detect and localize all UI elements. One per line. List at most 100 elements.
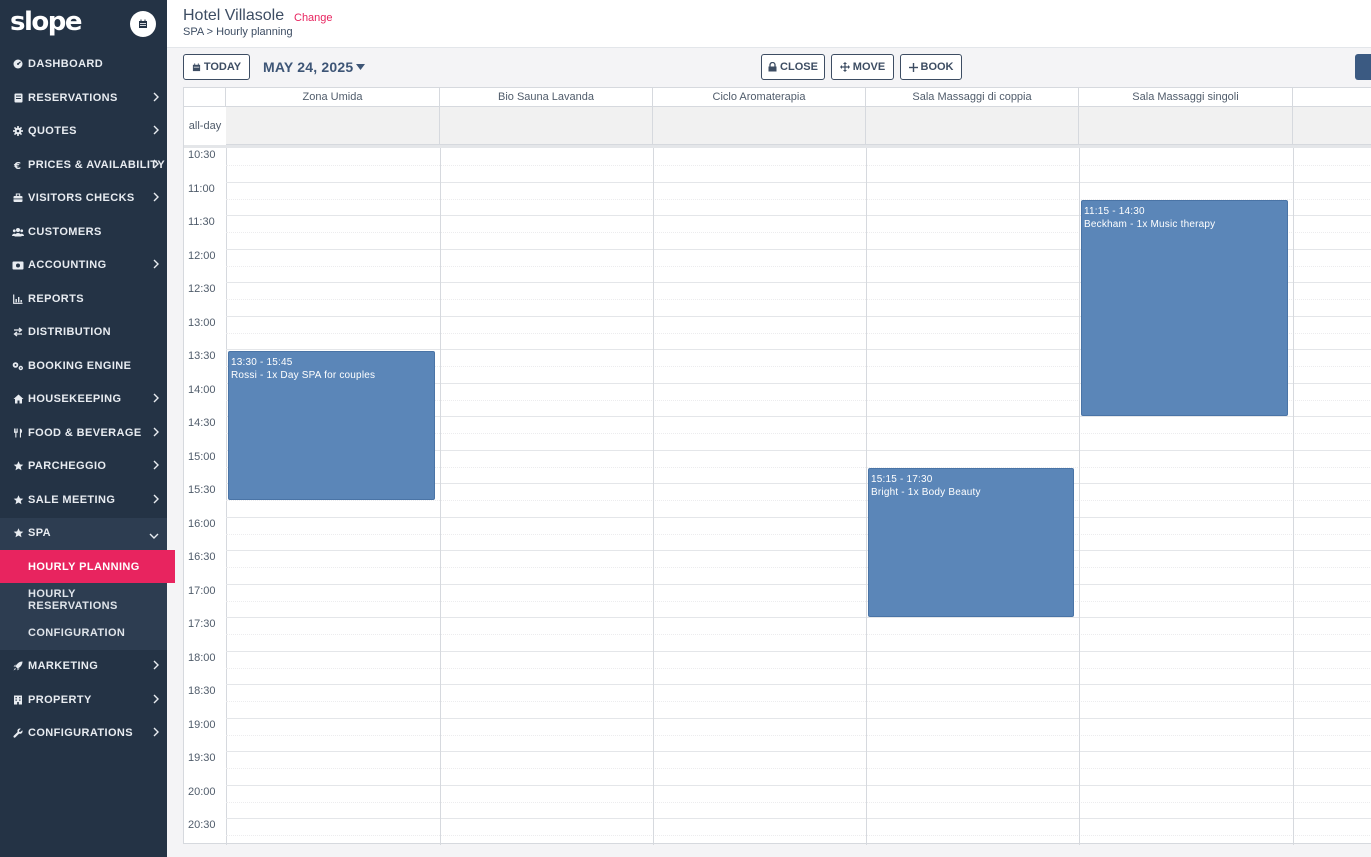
calendar-icon — [139, 19, 147, 28]
sidebar-item-label: FOOD & BEVERAGE — [28, 427, 142, 439]
slot-line — [226, 751, 1371, 752]
chevron-right-icon — [153, 460, 159, 473]
change-hotel-link[interactable]: Change — [294, 12, 333, 24]
time-label: 15:30 — [188, 484, 216, 496]
sidebar-item-property[interactable]: PROPERTY — [0, 685, 167, 715]
sidebar-item-customers[interactable]: CUSTOMERS — [0, 217, 167, 247]
allday-cell[interactable] — [1079, 107, 1293, 145]
sidebar-item-marketing[interactable]: MARKETING — [0, 651, 167, 681]
slot-line — [226, 584, 1371, 585]
move-arrows-icon — [839, 62, 850, 72]
slot-line — [226, 718, 1371, 719]
sidebar-subitem-hourly-planning[interactable]: HOURLY PLANNING — [0, 550, 175, 583]
slot-subline — [226, 701, 1371, 702]
resource-header: Sala Massaggi singoli — [1079, 88, 1293, 107]
time-label: 12:00 — [188, 250, 216, 262]
slot-line — [226, 517, 1371, 518]
sidebar-item-parcheggio[interactable]: PARCHEGGIO — [0, 451, 167, 481]
time-label: 17:30 — [188, 618, 216, 630]
star-icon — [12, 528, 24, 538]
calendar-button[interactable] — [130, 11, 156, 37]
cogs-icon — [12, 361, 24, 371]
star-icon — [12, 495, 24, 505]
today-label: TODAY — [203, 61, 242, 73]
dashboard-icon — [12, 59, 24, 69]
slot-subline — [226, 835, 1371, 836]
time-grid[interactable]: 10:30 11:00 11:30 12:00 12:30 13:00 13:30 14:00… — [184, 148, 1371, 845]
slope-logo[interactable]: slope — [10, 7, 83, 37]
slot-subline — [226, 802, 1371, 803]
booking-event[interactable]: 11:15 - 14:30 Beckham - 1x Music therapy — [1081, 200, 1288, 416]
close-button[interactable]: CLOSE — [761, 54, 825, 80]
slot-line — [226, 818, 1371, 819]
column-divider — [1079, 148, 1080, 845]
sidebar-item-sale-meeting[interactable]: SALE MEETING — [0, 485, 167, 515]
time-axis-header — [184, 88, 226, 107]
time-label: 16:00 — [188, 518, 216, 530]
sidebar-item-booking-engine[interactable]: BOOKING ENGINE — [0, 351, 167, 381]
sidebar-item-dashboard[interactable]: DASHBOARD — [0, 49, 167, 79]
svg-text:€: € — [13, 161, 21, 170]
allday-cell[interactable] — [440, 107, 653, 145]
sidebar-item-visitors-checks[interactable]: VISITORS CHECKS — [0, 183, 167, 213]
sidebar-item-distribution[interactable]: DISTRIBUTION — [0, 317, 167, 347]
slot-subline — [226, 768, 1371, 769]
booking-event[interactable]: 15:15 - 17:30 Bright - 1x Body Beauty — [868, 468, 1074, 617]
sidebar-item-label: SALE MEETING — [28, 494, 116, 506]
date-label: MAY 24, 2025 — [263, 59, 354, 75]
sidebar-item-label: PROPERTY — [28, 694, 92, 706]
sidebar-item-reservations[interactable]: RESERVATIONS — [0, 83, 167, 113]
allday-cell[interactable] — [226, 107, 440, 145]
sidebar-item-food-and-beverage[interactable]: FOOD & BEVERAGE — [0, 418, 167, 448]
resource-header: Ciclo Aromaterapia — [653, 88, 866, 107]
book-button[interactable]: BOOK — [900, 54, 962, 80]
move-button[interactable]: MOVE — [831, 54, 894, 80]
event-time: 13:30 - 15:45 — [231, 357, 293, 368]
chevron-right-icon — [153, 393, 159, 406]
sidebar: slope DASHBOARD RESERVATIONS QUOTES € PRICES… — [0, 0, 175, 857]
slot-subline — [226, 165, 1371, 166]
time-label: 20:00 — [188, 786, 216, 798]
chevron-right-icon — [153, 427, 159, 440]
slot-line — [226, 785, 1371, 786]
sidebar-item-quotes[interactable]: QUOTES — [0, 116, 167, 146]
time-label: 15:00 — [188, 451, 216, 463]
slot-line — [226, 182, 1371, 183]
booking-event[interactable]: 13:30 - 15:45 Rossi - 1x Day SPA for coup… — [228, 351, 435, 500]
sidebar-item-housekeeping[interactable]: HOUSEKEEPING — [0, 384, 167, 414]
date-selector[interactable]: MAY 24, 2025 — [263, 59, 366, 75]
time-label: 19:00 — [188, 719, 216, 731]
column-divider — [1293, 148, 1294, 845]
sidebar-subitem-hourly-reservations[interactable]: HOURLY RESERVATIONS — [0, 583, 167, 616]
today-button[interactable]: TODAY — [183, 54, 250, 80]
hourly-calendar: Zona Umida Bio Sauna Lavanda Ciclo Aromate… — [183, 87, 1371, 845]
right-action-button[interactable] — [1355, 54, 1371, 80]
time-label: 16:30 — [188, 551, 216, 563]
allday-cell[interactable] — [653, 107, 866, 145]
time-axis-border — [226, 148, 227, 845]
sidebar-item-label: BOOKING ENGINE — [28, 360, 132, 372]
slot-line — [226, 550, 1371, 551]
building-icon — [12, 695, 24, 705]
slot-line — [226, 684, 1371, 685]
slot-subline — [226, 634, 1371, 635]
time-label: 14:30 — [188, 417, 216, 429]
sidebar-item-configurations[interactable]: CONFIGURATIONS — [0, 718, 167, 748]
money-icon — [12, 261, 24, 270]
allday-cell[interactable] — [1293, 107, 1371, 145]
sidebar-item-accounting[interactable]: ACCOUNTING — [0, 250, 167, 280]
sidebar-item-prices-and-availability[interactable]: € PRICES & AVAILABILITY — [0, 150, 167, 180]
caret-down-icon — [356, 64, 366, 70]
lock-icon — [768, 62, 777, 72]
sidebar-subitem-configuration[interactable]: CONFIGURATION — [0, 616, 167, 649]
hotel-name: Hotel Villasole — [183, 7, 285, 24]
sidebar-item-spa[interactable]: SPA — [0, 518, 167, 548]
allday-cell[interactable] — [866, 107, 1079, 145]
sidebar-item-label: QUOTES — [28, 125, 77, 137]
event-title: Rossi - 1x Day SPA for couples — [231, 370, 376, 381]
sidebar-item-reports[interactable]: REPORTS — [0, 284, 167, 314]
resource-header: Bio Sauna Lavanda — [440, 88, 653, 107]
time-label: 13:00 — [188, 317, 216, 329]
breadcrumb: SPA > Hourly planning — [183, 26, 293, 38]
close-label: CLOSE — [780, 61, 818, 73]
